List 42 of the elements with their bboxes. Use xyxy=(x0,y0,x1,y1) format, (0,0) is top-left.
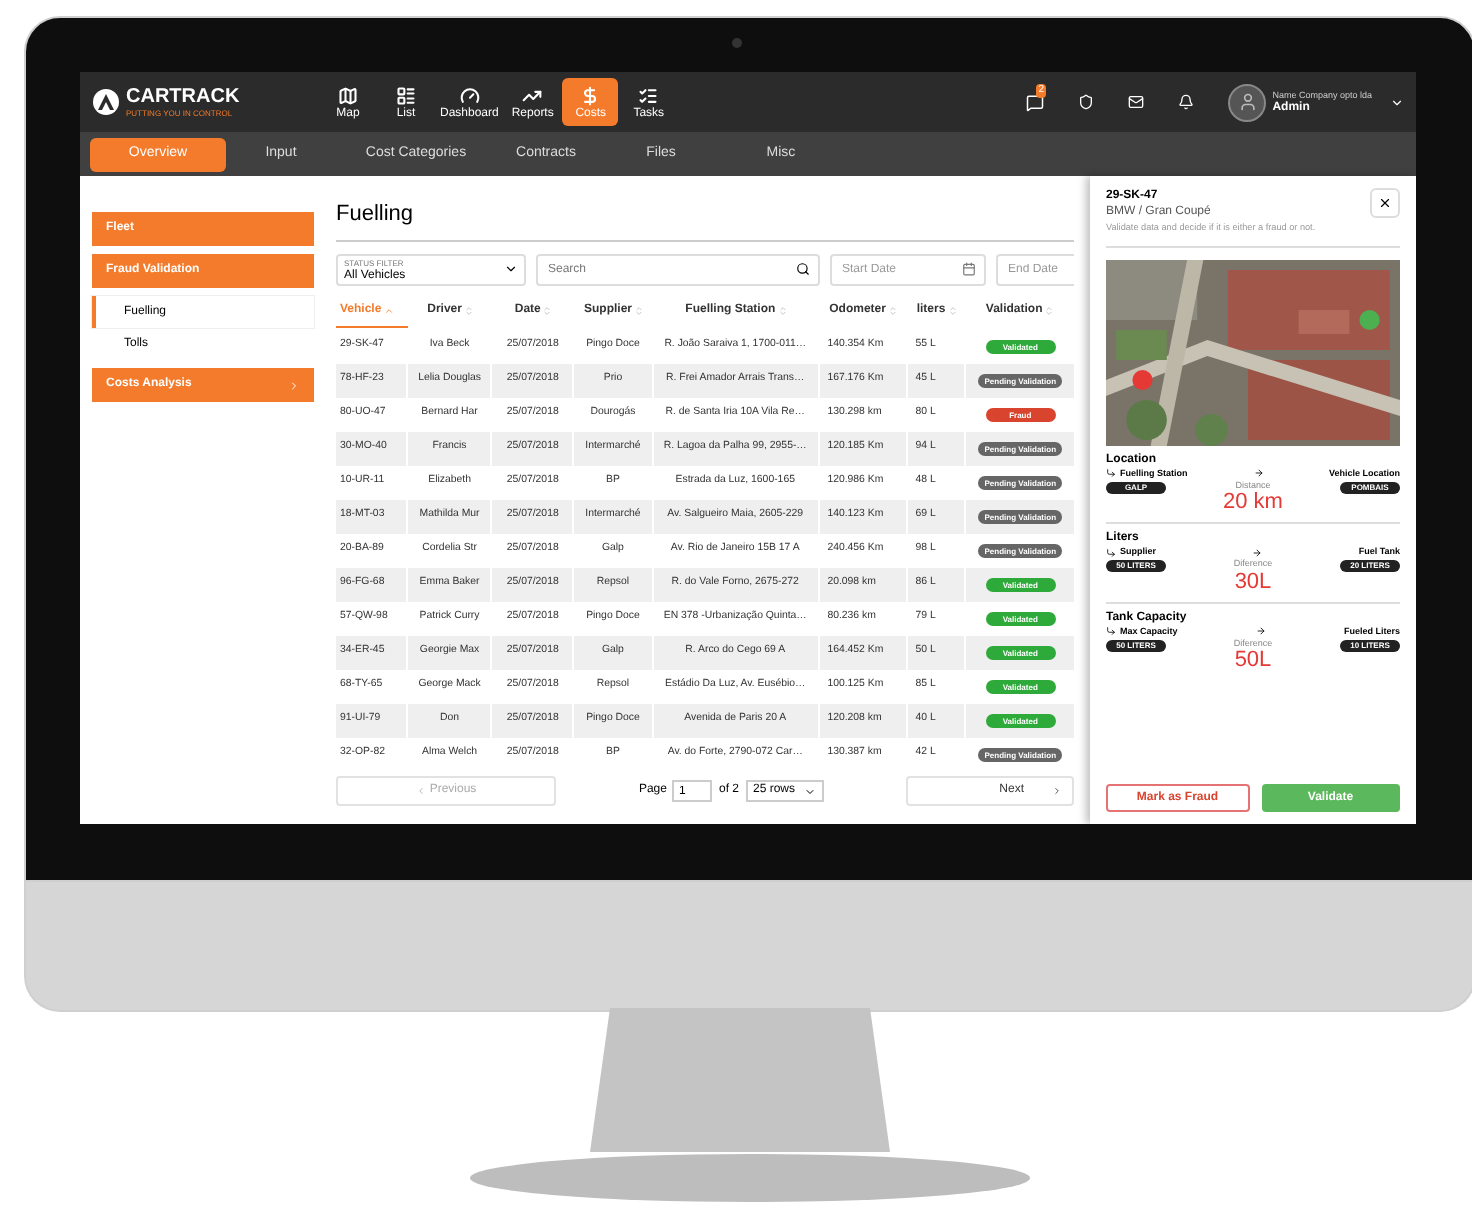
chevron-down-icon[interactable] xyxy=(1390,95,1404,109)
logo-icon xyxy=(92,88,120,116)
close-button[interactable] xyxy=(1370,188,1400,218)
sort-icon xyxy=(1044,306,1055,316)
bell-icon[interactable] xyxy=(1178,94,1195,110)
chat-icon[interactable] xyxy=(1026,93,1045,111)
sort-icon xyxy=(463,306,474,316)
diff-value: 20 km xyxy=(1223,492,1283,515)
sort-icon xyxy=(542,306,553,316)
close-icon xyxy=(1378,196,1392,210)
sort-icon xyxy=(947,306,958,316)
brand-name: CARTRACK xyxy=(126,87,240,107)
chevron-left-icon xyxy=(415,786,426,796)
nav-icon xyxy=(396,85,416,105)
dropdown-icon xyxy=(504,262,518,276)
nav-icon xyxy=(580,85,601,105)
camera-icon xyxy=(732,38,742,48)
search-icon xyxy=(796,261,810,275)
nav-icon xyxy=(459,85,480,105)
sort-asc-icon xyxy=(383,305,394,315)
calendar-icon xyxy=(962,261,976,275)
sort-icon xyxy=(887,306,898,316)
arrow-right-icon xyxy=(1252,547,1263,558)
page-title: Fuelling xyxy=(336,198,1074,241)
nav-icon xyxy=(338,85,358,105)
mail-icon[interactable] xyxy=(1128,94,1145,110)
dropdown-icon xyxy=(803,785,816,797)
corner-arrow-icon xyxy=(1106,626,1116,637)
sort-icon xyxy=(634,306,645,316)
arrow-right-icon xyxy=(1255,626,1266,637)
chevron-right-icon xyxy=(1052,786,1062,796)
sort-icon xyxy=(777,306,788,316)
chevron-right-icon xyxy=(288,379,300,391)
arrow-right-icon xyxy=(1253,468,1264,479)
diff-value: 30L xyxy=(1234,571,1272,594)
avatar[interactable] xyxy=(1228,83,1267,121)
corner-arrow-icon xyxy=(1106,547,1116,558)
nav-icon xyxy=(522,85,543,105)
nav-icon xyxy=(638,85,659,105)
corner-arrow-icon xyxy=(1106,468,1116,479)
diff-value: 50L xyxy=(1234,650,1272,673)
shield-icon[interactable] xyxy=(1078,94,1095,110)
